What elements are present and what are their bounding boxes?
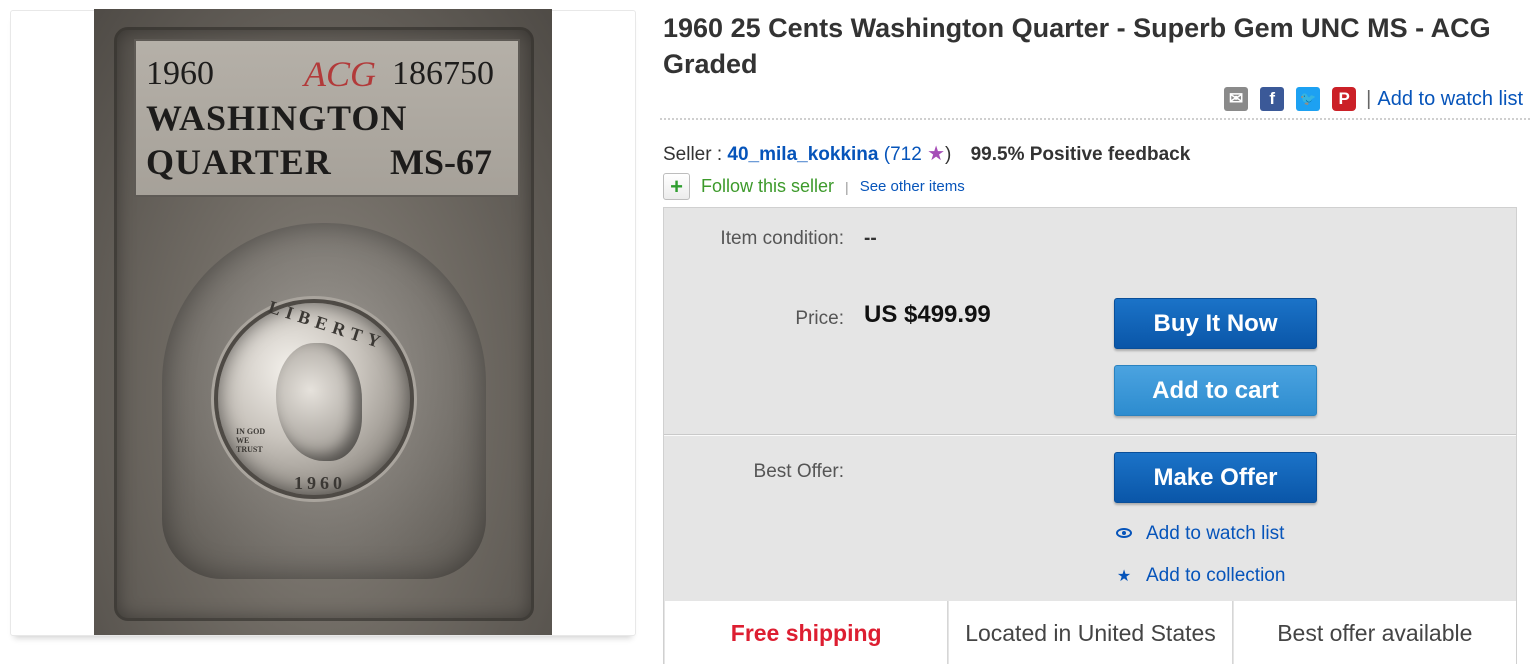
label-line3: QUARTER (146, 142, 332, 182)
pinterest-icon[interactable]: P (1332, 87, 1357, 111)
best-offer-label: Best Offer: (753, 461, 844, 482)
follow-separator: | (845, 178, 849, 195)
location-badge: Located in United States (949, 601, 1233, 664)
item-condition-label: Item condition: (720, 228, 844, 249)
coin-bust (276, 343, 362, 461)
slab-label: 1960 ACG 186750 WASHINGTON QUARTER MS-67 (134, 39, 520, 197)
seller-prefix: Seller : (663, 144, 723, 165)
seller-name-link[interactable]: 40_mila_kokkina (727, 144, 878, 165)
follow-seller-link[interactable]: Follow this seller (701, 176, 834, 197)
add-to-collection-button[interactable]: Add to collection (1146, 565, 1285, 587)
seller-info: Seller : 40_mila_kokkina (712 ★) 99.5% P… (663, 141, 1190, 166)
share-row: ✉ f 🐦 P | Add to watch list (1212, 86, 1523, 112)
eye-icon (1114, 525, 1134, 543)
purchase-box: Item condition: -- Price: US $499.99 Buy… (663, 207, 1517, 664)
coin: LIBERTY IN GOD WE TRUST 1960 (214, 297, 414, 499)
label-grader: ACG (304, 54, 376, 94)
listing-title: 1960 25 Cents Washington Quarter - Super… (663, 13, 1491, 79)
add-to-cart-button[interactable]: Add to cart (1114, 365, 1317, 416)
label-year: 1960 (146, 55, 214, 92)
buy-it-now-button[interactable]: Buy It Now (1114, 298, 1317, 349)
product-image[interactable]: 1960 ACG 186750 WASHINGTON QUARTER MS-67… (94, 9, 552, 635)
mail-icon[interactable]: ✉ (1224, 87, 1249, 111)
collection-row[interactable]: ★ Add to collection (1114, 565, 1286, 587)
add-to-watch-list-link[interactable]: Add to watch list (1377, 88, 1523, 111)
see-other-items-link[interactable]: See other items (860, 178, 965, 195)
box-divider (664, 434, 1516, 435)
star-icon: ★ (1116, 568, 1132, 585)
price-label: Price: (795, 308, 844, 329)
item-condition-value: -- (864, 228, 877, 249)
coin-motto: IN GOD WE TRUST (236, 427, 266, 454)
dotted-divider (660, 118, 1530, 120)
follow-row: + Follow this seller | See other items (663, 173, 965, 200)
price-value: US $499.99 (864, 301, 991, 328)
add-to-watch-list-button[interactable]: Add to watch list (1146, 523, 1284, 545)
share-separator: | (1366, 87, 1372, 110)
facebook-icon[interactable]: f (1260, 87, 1285, 111)
plus-icon[interactable]: + (663, 173, 690, 200)
twitter-icon[interactable]: 🐦 (1296, 87, 1321, 111)
label-line2: WASHINGTON (146, 98, 408, 138)
seller-feedback-score[interactable]: 712 (890, 144, 922, 165)
best-offer-badge: Best offer available (1233, 601, 1516, 664)
coin-year: 1960 (294, 473, 346, 493)
feature-strip: Free shipping Located in United States B… (664, 601, 1516, 664)
watch-list-row[interactable]: Add to watch list (1114, 523, 1284, 545)
seller-close-paren: ) (945, 144, 952, 165)
label-grade: MS-67 (390, 142, 492, 182)
seller-feedback-percent: 99.5% Positive feedback (970, 144, 1191, 165)
make-offer-button[interactable]: Make Offer (1114, 452, 1317, 503)
label-cert: 186750 (392, 55, 494, 92)
free-shipping-badge: Free shipping (665, 601, 949, 664)
star-icon: ★ (927, 143, 945, 165)
